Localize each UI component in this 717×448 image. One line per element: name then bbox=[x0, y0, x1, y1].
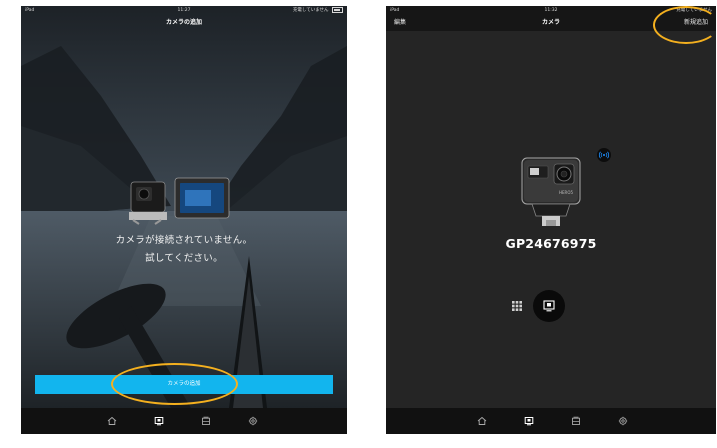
hero5-camera-image[interactable]: HERO5 bbox=[518, 154, 584, 230]
camera-preview-button[interactable] bbox=[533, 290, 565, 322]
tutorial-composite: iPad 11:27 充電していません カメラの追加 カメラが接続されていません… bbox=[0, 0, 717, 448]
nav-bar: カメラの追加 bbox=[21, 15, 347, 31]
media-icon[interactable] bbox=[199, 414, 213, 428]
tab-bar bbox=[386, 408, 716, 434]
camera-icon[interactable] bbox=[522, 414, 536, 428]
add-camera-highlight-ellipse bbox=[111, 363, 238, 405]
home-icon[interactable] bbox=[105, 414, 119, 428]
tab-bar bbox=[21, 408, 347, 434]
camera-list-screen: iPad 11:32 充電していません 編集 カメラ 新規追加 HERO5 GP… bbox=[386, 6, 716, 434]
camera-illustration bbox=[129, 177, 230, 225]
hero5-camera-icon bbox=[174, 177, 230, 219]
camera-brand-text: HERO5 bbox=[559, 190, 573, 195]
camera-icon[interactable] bbox=[152, 414, 166, 428]
status-bar: iPad 11:27 充電していません bbox=[21, 6, 347, 15]
battery-icon bbox=[332, 6, 343, 13]
home-icon[interactable] bbox=[475, 414, 489, 428]
camera-preview-icon bbox=[543, 300, 555, 312]
grid-icon[interactable] bbox=[510, 299, 524, 313]
media-icon[interactable] bbox=[569, 414, 583, 428]
page-title: カメラの追加 bbox=[165, 19, 202, 26]
camera-name[interactable]: GP24676975 bbox=[386, 236, 716, 251]
not-connected-message: カメラが接続されていません。 bbox=[115, 235, 253, 246]
wifi-connection-icon bbox=[597, 148, 611, 162]
charging-label: 充電していません bbox=[292, 8, 329, 13]
settings-icon[interactable] bbox=[616, 414, 630, 428]
battery-status: 充電していません bbox=[293, 6, 343, 15]
add-new-highlight-ellipse bbox=[653, 6, 717, 44]
session-camera-icon bbox=[129, 181, 167, 225]
settings-icon[interactable] bbox=[246, 414, 260, 428]
try-message: 試してください。 bbox=[145, 253, 223, 264]
